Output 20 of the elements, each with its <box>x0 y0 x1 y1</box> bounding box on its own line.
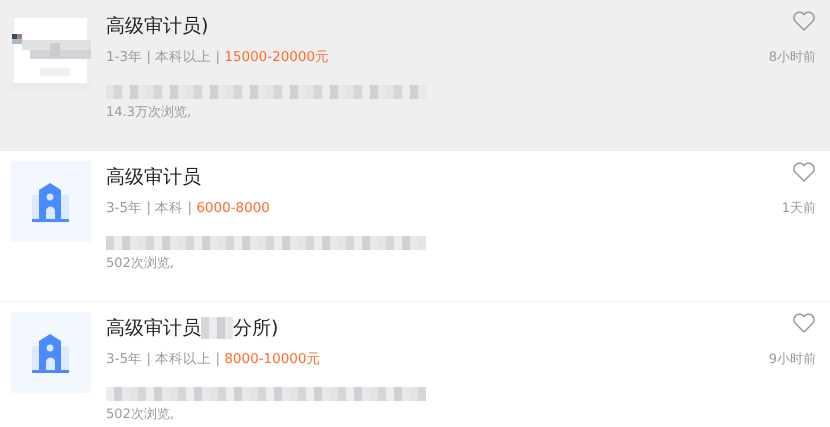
job-requirements: 3-5年 | 本科以上 | 8000-10000元 <box>106 350 322 369</box>
job-title: 高级审计员) <box>106 14 208 39</box>
heart-icon[interactable] <box>792 10 816 32</box>
job-title: 高级审计员 <box>106 165 201 190</box>
heart-icon[interactable] <box>792 161 816 183</box>
heart-icon[interactable] <box>792 312 816 334</box>
view-count: 14.3万次浏览, <box>106 104 192 122</box>
post-time: 1天前 <box>782 200 816 218</box>
post-time: 8小时前 <box>768 49 816 67</box>
redacted-text <box>201 317 233 339</box>
job-card[interactable]: 高级审计员) 1-3年 | 本科以上 | 15000-20000元 14.3万次浏览, 8小时前 <box>0 0 830 151</box>
job-requirements: 1-3年 | 本科以上 | 15000-20000元 <box>106 48 330 67</box>
building-icon <box>10 161 91 242</box>
building-icon <box>10 312 91 393</box>
job-title: 高级审计员 <box>106 316 201 341</box>
job-requirements: 3-5年 | 本科 | 6000-8000 <box>106 199 271 218</box>
post-time: 9小时前 <box>768 351 816 369</box>
view-count: 502次浏览, <box>106 406 175 424</box>
view-count: 502次浏览, <box>106 255 175 274</box>
job-title: 分所) <box>233 316 278 341</box>
